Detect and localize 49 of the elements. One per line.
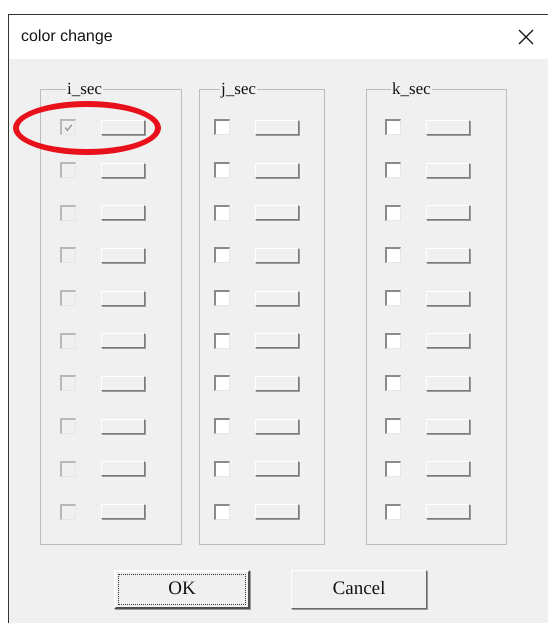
checkbox[interactable] — [214, 332, 230, 349]
window-title: color change — [21, 28, 113, 46]
checkbox[interactable] — [385, 162, 401, 178]
color-button[interactable] — [255, 333, 299, 348]
checkbox[interactable] — [214, 418, 230, 434]
checkbox[interactable] — [214, 204, 230, 221]
checkbox[interactable] — [214, 460, 230, 477]
color-button[interactable] — [255, 248, 299, 263]
color-button[interactable] — [426, 162, 470, 178]
color-button[interactable] — [255, 376, 299, 391]
checkbox[interactable] — [385, 418, 401, 434]
color-button[interactable] — [426, 504, 470, 520]
checkbox[interactable] — [385, 290, 401, 306]
color-button[interactable] — [426, 376, 470, 391]
checkbox[interactable] — [214, 375, 230, 392]
color-button[interactable] — [426, 418, 470, 434]
color-button[interactable] — [255, 418, 299, 434]
color-button[interactable] — [426, 461, 470, 476]
checkbox[interactable] — [214, 290, 230, 306]
checkbox[interactable] — [214, 119, 230, 136]
checkbox[interactable] — [214, 504, 230, 520]
group-label: k_sec — [391, 81, 432, 97]
color-button[interactable] — [255, 504, 299, 520]
group-label: j_sec — [220, 81, 257, 97]
color-button[interactable] — [101, 120, 145, 135]
checkbox[interactable] — [385, 247, 401, 264]
color-button[interactable] — [255, 205, 299, 220]
color-button[interactable] — [426, 120, 470, 135]
color-button[interactable] — [255, 120, 299, 135]
checkbox[interactable] — [385, 460, 401, 477]
close-icon[interactable] — [518, 29, 534, 45]
checkbox[interactable] — [214, 247, 230, 264]
check-icon — [63, 122, 74, 134]
checkbox[interactable] — [385, 204, 401, 221]
color-button[interactable] — [426, 205, 470, 220]
dialog-button[interactable]: OK — [114, 570, 250, 609]
checkbox[interactable] — [385, 375, 401, 392]
color-button[interactable] — [255, 461, 299, 476]
color-button[interactable] — [426, 290, 470, 306]
checkbox[interactable] — [214, 162, 230, 178]
checkbox[interactable] — [385, 332, 401, 349]
group-label: i_sec — [66, 81, 103, 97]
color-button[interactable] — [426, 333, 470, 348]
color-button[interactable] — [426, 248, 470, 263]
checkbox[interactable] — [385, 119, 401, 136]
color-button[interactable] — [255, 162, 299, 178]
checkbox[interactable] — [385, 504, 401, 520]
dialog-button[interactable]: Cancel — [291, 570, 427, 609]
color-button[interactable] — [255, 290, 299, 306]
